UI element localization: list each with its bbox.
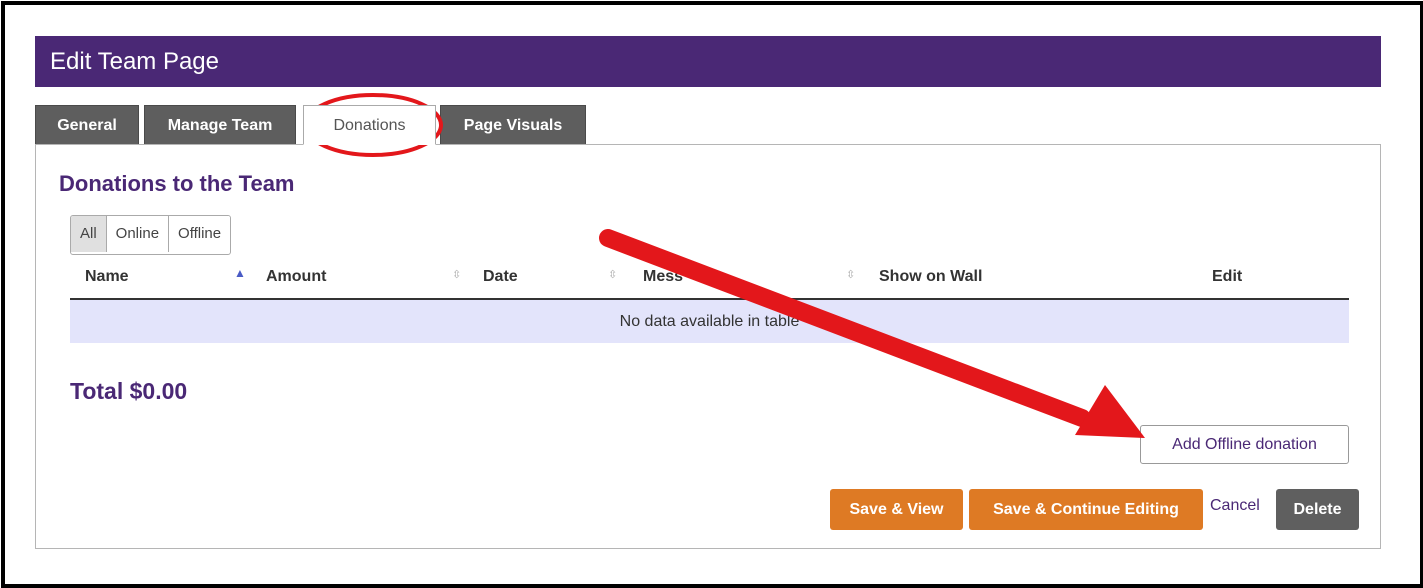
tab-page-visuals[interactable]: Page Visuals xyxy=(440,105,586,145)
column-header-date[interactable]: Date xyxy=(483,268,518,286)
donation-filter: All Online Offline xyxy=(70,215,232,255)
column-header-message[interactable]: Mess xyxy=(643,268,683,286)
column-header-name[interactable]: Name xyxy=(85,268,129,286)
donation-total: Total $0.00 xyxy=(70,378,188,404)
column-header-edit: Edit xyxy=(1212,268,1243,285)
tab-donations[interactable]: Donations xyxy=(303,105,436,145)
tab-general[interactable]: General xyxy=(35,105,139,145)
table-header: Name ▲ Amount ⇳ Date ⇳ Mess ⇳ Show on Wa… xyxy=(70,262,1349,300)
save-continue-button[interactable]: Save & Continue Editing xyxy=(969,489,1203,530)
cancel-link[interactable]: Cancel xyxy=(1210,497,1260,515)
empty-table-message: No data available in table xyxy=(70,300,1349,343)
delete-button[interactable]: Delete xyxy=(1276,489,1359,530)
column-header-show-on-wall[interactable]: Show on Wall xyxy=(879,268,982,286)
sort-unsorted-icon[interactable]: ⇳ xyxy=(452,270,461,281)
section-title: Donations to the Team xyxy=(59,171,295,196)
filter-online[interactable]: Online xyxy=(106,216,170,252)
column-header-amount[interactable]: Amount xyxy=(266,268,326,286)
sort-ascending-icon[interactable]: ▲ xyxy=(234,267,246,279)
save-view-button[interactable]: Save & View xyxy=(830,489,963,530)
filter-all[interactable]: All xyxy=(71,216,107,252)
page-header: Edit Team Page xyxy=(35,36,1381,87)
tab-manage-team[interactable]: Manage Team xyxy=(144,105,296,145)
sort-unsorted-icon[interactable]: ⇳ xyxy=(846,270,855,281)
add-offline-donation-button[interactable]: Add Offline donation xyxy=(1140,425,1349,464)
page-title: Edit Team Page xyxy=(50,48,219,75)
sort-unsorted-icon[interactable]: ⇳ xyxy=(608,270,617,281)
filter-offline[interactable]: Offline xyxy=(169,216,231,252)
